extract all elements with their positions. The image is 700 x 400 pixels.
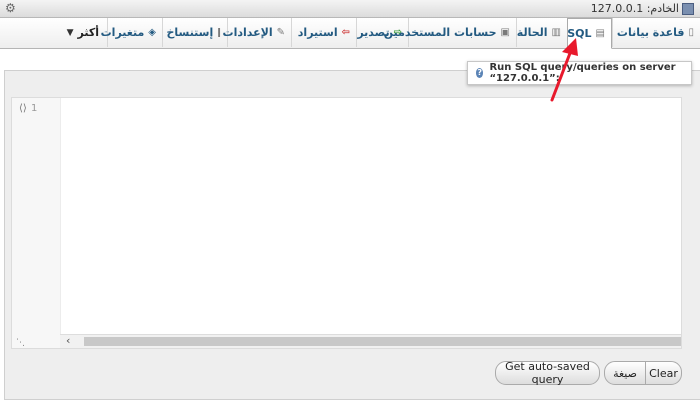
tab-settings[interactable]: ✎ الإعدادات (223, 18, 291, 47)
get-auto-saved-query-button[interactable]: Get auto-saved query (495, 360, 600, 386)
tab-more[interactable]: أكثر ▼ (55, 18, 105, 47)
import-icon: ⇦ (341, 26, 350, 38)
tab-variables[interactable]: ◈ متغيرات (101, 18, 162, 47)
tab-label: الإعدادات (222, 26, 273, 39)
editor-gutter: ⟨⟩ 1 (12, 98, 61, 348)
resize-handle-icon[interactable]: ⋱ (16, 338, 25, 398)
status-icon: ▥ (551, 26, 561, 38)
tab-import[interactable]: ⇦ استيراد (291, 18, 356, 47)
gear-icon[interactable]: ⚙ (5, 1, 16, 15)
server-topbar: الخادم: 127.0.0.1 ⚙ (0, 0, 700, 18)
variables-icon: ◈ (148, 26, 156, 38)
help-icon: ? (476, 68, 484, 78)
scrollbar-thumb[interactable] (84, 337, 681, 346)
main-tab-bar: ▯ قاعدة بيانات ▤ SQL ▥ الحالة ▣ حسابات ا… (0, 18, 700, 49)
annotation-arrow-icon (550, 38, 578, 102)
format-button[interactable]: صيغة (604, 361, 646, 385)
tooltip-text: Run SQL query/queries on server “127.0.0… (489, 62, 676, 84)
tab-label: متغيرات (100, 26, 145, 39)
tab-replication[interactable]: ǀ إستنساخ (162, 18, 227, 47)
tab-label: قاعدة بيانات (616, 26, 685, 39)
server-breadcrumb[interactable]: الخادم: 127.0.0.1 (591, 2, 694, 15)
scroll-left-icon[interactable]: ‹ (66, 334, 70, 347)
tab-label: إستنساخ (166, 26, 214, 39)
sql-query-editor[interactable]: ⟨⟩ 1 ‹ (11, 97, 682, 349)
horizontal-scrollbar[interactable]: ‹ (60, 334, 681, 348)
tab-databases[interactable]: ▯ قاعدة بيانات (612, 18, 700, 47)
export-icon: ⇨ (393, 26, 402, 38)
server-label: الخادم: 127.0.0.1 (590, 2, 679, 15)
replication-icon: ǀ (217, 26, 221, 38)
tab-label: استيراد (297, 26, 338, 39)
tab-label: أكثر (77, 26, 99, 39)
settings-icon: ✎ (276, 26, 285, 38)
users-icon: ▣ (500, 26, 510, 38)
tab-user-accounts[interactable]: ▣ حسابات المستخدمين (384, 18, 516, 47)
sql-icon: ▤ (595, 27, 605, 39)
caret-down-icon: ▼ (66, 27, 74, 38)
database-icon: ▯ (688, 26, 694, 38)
clear-button[interactable]: Clear (645, 361, 682, 385)
line-number: 1 (31, 103, 38, 114)
server-icon (682, 2, 694, 15)
tab-label: تصدير (357, 26, 390, 39)
tab-export[interactable]: ⇨ تصدير (356, 18, 408, 47)
fold-icon[interactable]: ⟨⟩ (19, 103, 27, 114)
